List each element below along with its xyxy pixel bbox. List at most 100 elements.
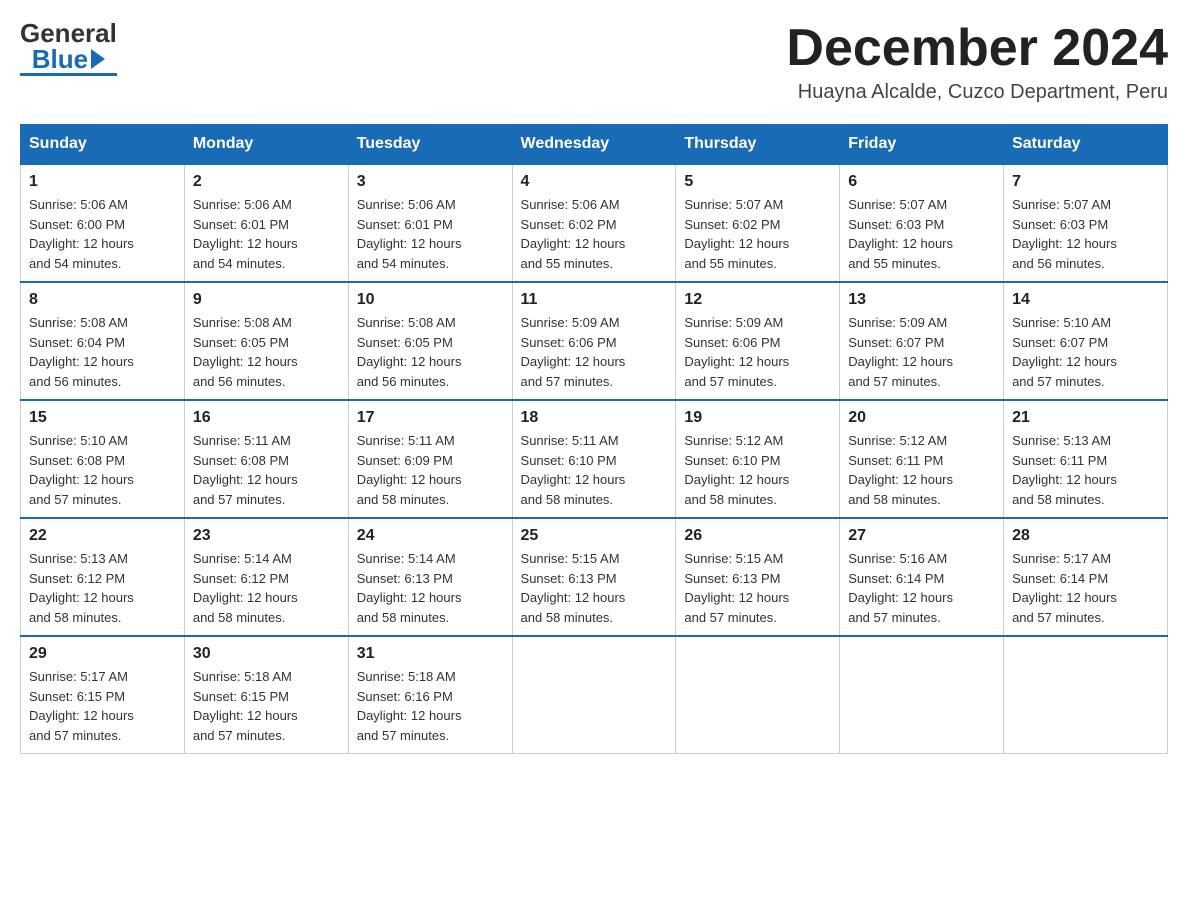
calendar-day-cell: 12 Sunrise: 5:09 AMSunset: 6:06 PMDaylig…: [676, 282, 840, 400]
calendar-day-cell: 8 Sunrise: 5:08 AMSunset: 6:04 PMDayligh…: [21, 282, 185, 400]
day-of-week-header: Sunday: [21, 125, 185, 165]
calendar-day-cell: 3 Sunrise: 5:06 AMSunset: 6:01 PMDayligh…: [348, 164, 512, 282]
calendar-day-cell: 17 Sunrise: 5:11 AMSunset: 6:09 PMDaylig…: [348, 400, 512, 518]
calendar-day-cell: 5 Sunrise: 5:07 AMSunset: 6:02 PMDayligh…: [676, 164, 840, 282]
day-info: Sunrise: 5:14 AMSunset: 6:13 PMDaylight:…: [357, 549, 504, 627]
day-info: Sunrise: 5:10 AMSunset: 6:08 PMDaylight:…: [29, 431, 176, 509]
day-info: Sunrise: 5:14 AMSunset: 6:12 PMDaylight:…: [193, 549, 340, 627]
calendar-day-cell: 25 Sunrise: 5:15 AMSunset: 6:13 PMDaylig…: [512, 518, 676, 636]
day-number: 12: [684, 291, 831, 309]
calendar-week-row: 1 Sunrise: 5:06 AMSunset: 6:00 PMDayligh…: [21, 164, 1168, 282]
day-info: Sunrise: 5:07 AMSunset: 6:02 PMDaylight:…: [684, 195, 831, 273]
day-number: 5: [684, 173, 831, 191]
logo-triangle-icon: [91, 49, 105, 69]
day-number: 24: [357, 527, 504, 545]
day-info: Sunrise: 5:18 AMSunset: 6:16 PMDaylight:…: [357, 667, 504, 745]
day-info: Sunrise: 5:06 AMSunset: 6:01 PMDaylight:…: [357, 195, 504, 273]
calendar-day-cell: 15 Sunrise: 5:10 AMSunset: 6:08 PMDaylig…: [21, 400, 185, 518]
calendar-day-cell: 21 Sunrise: 5:13 AMSunset: 6:11 PMDaylig…: [1004, 400, 1168, 518]
calendar-day-cell: [512, 636, 676, 754]
day-of-week-header: Saturday: [1004, 125, 1168, 165]
day-info: Sunrise: 5:08 AMSunset: 6:04 PMDaylight:…: [29, 313, 176, 391]
day-info: Sunrise: 5:06 AMSunset: 6:02 PMDaylight:…: [521, 195, 668, 273]
calendar-week-row: 22 Sunrise: 5:13 AMSunset: 6:12 PMDaylig…: [21, 518, 1168, 636]
day-info: Sunrise: 5:17 AMSunset: 6:14 PMDaylight:…: [1012, 549, 1159, 627]
calendar-day-cell: 26 Sunrise: 5:15 AMSunset: 6:13 PMDaylig…: [676, 518, 840, 636]
day-info: Sunrise: 5:06 AMSunset: 6:01 PMDaylight:…: [193, 195, 340, 273]
day-number: 28: [1012, 527, 1159, 545]
calendar-day-cell: 14 Sunrise: 5:10 AMSunset: 6:07 PMDaylig…: [1004, 282, 1168, 400]
day-number: 1: [29, 173, 176, 191]
day-number: 29: [29, 645, 176, 663]
logo-blue-text: Blue: [32, 46, 88, 72]
day-number: 15: [29, 409, 176, 427]
title-block: December 2024 Huayna Alcalde, Cuzco Depa…: [786, 20, 1168, 104]
location-title: Huayna Alcalde, Cuzco Department, Peru: [786, 81, 1168, 104]
day-number: 14: [1012, 291, 1159, 309]
day-info: Sunrise: 5:11 AMSunset: 6:09 PMDaylight:…: [357, 431, 504, 509]
day-number: 26: [684, 527, 831, 545]
calendar-day-cell: 2 Sunrise: 5:06 AMSunset: 6:01 PMDayligh…: [184, 164, 348, 282]
day-number: 23: [193, 527, 340, 545]
day-number: 25: [521, 527, 668, 545]
day-of-week-header: Monday: [184, 125, 348, 165]
calendar-day-cell: 29 Sunrise: 5:17 AMSunset: 6:15 PMDaylig…: [21, 636, 185, 754]
day-info: Sunrise: 5:16 AMSunset: 6:14 PMDaylight:…: [848, 549, 995, 627]
day-number: 18: [521, 409, 668, 427]
day-number: 3: [357, 173, 504, 191]
day-number: 11: [521, 291, 668, 309]
day-info: Sunrise: 5:08 AMSunset: 6:05 PMDaylight:…: [193, 313, 340, 391]
calendar-day-cell: 10 Sunrise: 5:08 AMSunset: 6:05 PMDaylig…: [348, 282, 512, 400]
logo-general-text: General: [20, 20, 117, 46]
day-number: 30: [193, 645, 340, 663]
calendar-week-row: 29 Sunrise: 5:17 AMSunset: 6:15 PMDaylig…: [21, 636, 1168, 754]
day-number: 13: [848, 291, 995, 309]
calendar-day-cell: [676, 636, 840, 754]
calendar-day-cell: 28 Sunrise: 5:17 AMSunset: 6:14 PMDaylig…: [1004, 518, 1168, 636]
day-info: Sunrise: 5:13 AMSunset: 6:11 PMDaylight:…: [1012, 431, 1159, 509]
calendar-day-cell: 19 Sunrise: 5:12 AMSunset: 6:10 PMDaylig…: [676, 400, 840, 518]
day-number: 4: [521, 173, 668, 191]
day-info: Sunrise: 5:15 AMSunset: 6:13 PMDaylight:…: [521, 549, 668, 627]
day-info: Sunrise: 5:12 AMSunset: 6:10 PMDaylight:…: [684, 431, 831, 509]
calendar-day-cell: [1004, 636, 1168, 754]
calendar-day-cell: 23 Sunrise: 5:14 AMSunset: 6:12 PMDaylig…: [184, 518, 348, 636]
calendar-day-cell: 22 Sunrise: 5:13 AMSunset: 6:12 PMDaylig…: [21, 518, 185, 636]
day-of-week-header: Friday: [840, 125, 1004, 165]
day-info: Sunrise: 5:07 AMSunset: 6:03 PMDaylight:…: [1012, 195, 1159, 273]
day-number: 6: [848, 173, 995, 191]
day-number: 31: [357, 645, 504, 663]
calendar-day-cell: 9 Sunrise: 5:08 AMSunset: 6:05 PMDayligh…: [184, 282, 348, 400]
calendar-day-cell: 16 Sunrise: 5:11 AMSunset: 6:08 PMDaylig…: [184, 400, 348, 518]
calendar-week-row: 8 Sunrise: 5:08 AMSunset: 6:04 PMDayligh…: [21, 282, 1168, 400]
day-number: 16: [193, 409, 340, 427]
day-info: Sunrise: 5:09 AMSunset: 6:06 PMDaylight:…: [521, 313, 668, 391]
day-number: 21: [1012, 409, 1159, 427]
day-number: 19: [684, 409, 831, 427]
logo-underline: [20, 73, 117, 76]
calendar-day-cell: 31 Sunrise: 5:18 AMSunset: 6:16 PMDaylig…: [348, 636, 512, 754]
calendar-day-cell: 30 Sunrise: 5:18 AMSunset: 6:15 PMDaylig…: [184, 636, 348, 754]
calendar-day-cell: 18 Sunrise: 5:11 AMSunset: 6:10 PMDaylig…: [512, 400, 676, 518]
day-info: Sunrise: 5:11 AMSunset: 6:08 PMDaylight:…: [193, 431, 340, 509]
day-info: Sunrise: 5:09 AMSunset: 6:06 PMDaylight:…: [684, 313, 831, 391]
calendar-table: SundayMondayTuesdayWednesdayThursdayFrid…: [20, 124, 1168, 754]
day-info: Sunrise: 5:17 AMSunset: 6:15 PMDaylight:…: [29, 667, 176, 745]
day-number: 2: [193, 173, 340, 191]
day-info: Sunrise: 5:11 AMSunset: 6:10 PMDaylight:…: [521, 431, 668, 509]
day-number: 20: [848, 409, 995, 427]
calendar-day-cell: [840, 636, 1004, 754]
day-of-week-header: Wednesday: [512, 125, 676, 165]
day-number: 7: [1012, 173, 1159, 191]
logo: General Blue: [20, 20, 117, 76]
calendar-day-cell: 6 Sunrise: 5:07 AMSunset: 6:03 PMDayligh…: [840, 164, 1004, 282]
calendar-day-cell: 20 Sunrise: 5:12 AMSunset: 6:11 PMDaylig…: [840, 400, 1004, 518]
day-info: Sunrise: 5:07 AMSunset: 6:03 PMDaylight:…: [848, 195, 995, 273]
day-number: 10: [357, 291, 504, 309]
calendar-day-cell: 1 Sunrise: 5:06 AMSunset: 6:00 PMDayligh…: [21, 164, 185, 282]
day-number: 9: [193, 291, 340, 309]
day-info: Sunrise: 5:13 AMSunset: 6:12 PMDaylight:…: [29, 549, 176, 627]
month-title: December 2024: [786, 20, 1168, 77]
day-of-week-header: Thursday: [676, 125, 840, 165]
calendar-day-cell: 11 Sunrise: 5:09 AMSunset: 6:06 PMDaylig…: [512, 282, 676, 400]
